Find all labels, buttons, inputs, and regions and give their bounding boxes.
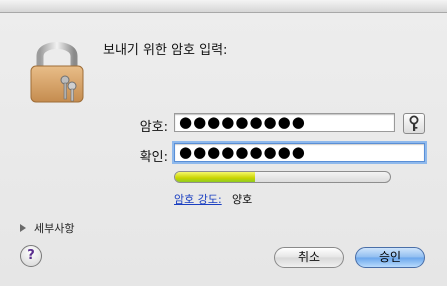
password-assistant-button[interactable] [403, 113, 425, 134]
window-titlebar [0, 0, 447, 13]
password-strength-meter [174, 171, 391, 183]
key-icon [409, 115, 419, 131]
verify-label: 확인: [139, 150, 168, 165]
details-label: 세부사항 [34, 222, 75, 235]
cancel-button[interactable]: 취소 [274, 247, 344, 268]
help-button[interactable]: ? [20, 245, 42, 267]
details-disclosure[interactable]: 세부사항 [20, 220, 74, 236]
password-strength-value: 양호 [232, 193, 253, 206]
password-label: 암호: [139, 120, 168, 135]
padlock-keys-icon [30, 42, 84, 103]
password-field[interactable]: ●●●●●●●●● [174, 113, 395, 132]
ok-button[interactable]: 승인 [355, 247, 425, 268]
password-strength-fill [175, 172, 255, 182]
verify-field[interactable]: ●●●●●●●●● [174, 143, 425, 162]
disclosure-triangle-icon [20, 224, 26, 232]
password-strength-link[interactable]: 암호 강도: [174, 191, 222, 207]
dialog-prompt: 보내기 위한 암호 입력: [103, 43, 228, 58]
